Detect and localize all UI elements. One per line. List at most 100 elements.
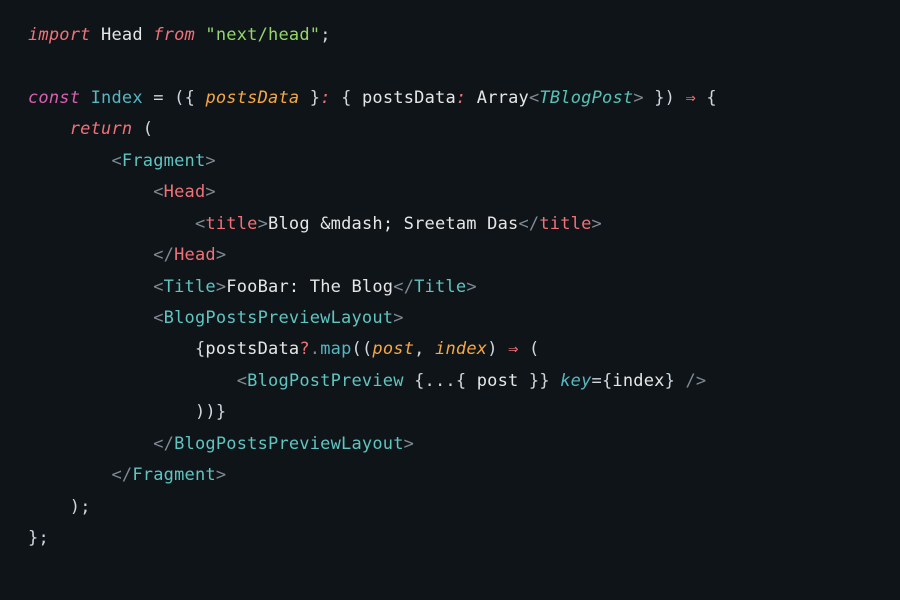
identifier-index: index: [612, 371, 664, 391]
code-line: import Head from "next/head";: [28, 25, 331, 45]
arrow: ⇒: [686, 88, 696, 108]
code-line: {postsData?.map((post, index) ⇒ (: [28, 339, 539, 359]
param-index: index: [435, 339, 487, 359]
jsx-angle-open: <: [237, 371, 247, 391]
param-postsdata: postsData: [205, 88, 299, 108]
code-line: };: [28, 528, 49, 548]
identifier-post: post: [477, 371, 519, 391]
jsx-tag-blogpostspreviewlayout: BlogPostsPreviewLayout: [164, 308, 394, 328]
jsx-text-foobar: FooBar: The Blog: [226, 277, 393, 297]
identifier-index: Index: [91, 88, 143, 108]
equals-sign: =: [592, 371, 602, 391]
identifier-postsdata: postsData: [205, 339, 299, 359]
code-line: <Title>FooBar: The Blog</Title>: [28, 277, 477, 297]
semicolon: ;: [320, 25, 330, 45]
keyword-return: return: [70, 119, 133, 139]
jsx-angle-open: <: [518, 214, 528, 234]
jsx-tag-head: Head: [164, 182, 206, 202]
brace-open: {: [341, 88, 351, 108]
brace-open: {: [185, 88, 195, 108]
jsx-angle-open: <: [153, 182, 163, 202]
type-array: Array: [477, 88, 529, 108]
brace-open: {: [456, 371, 466, 391]
jsx-selfclose: />: [675, 371, 706, 391]
keyword-from: from: [153, 25, 195, 45]
paren-close: ): [70, 497, 80, 517]
jsx-slash: /: [164, 245, 174, 265]
colon: :: [320, 88, 330, 108]
jsx-text-blogtitle: Blog &mdash; Sreetam Das: [268, 214, 518, 234]
jsx-tag-title: title: [205, 214, 257, 234]
code-line: </Fragment>: [28, 465, 226, 485]
jsx-angle-open: <: [195, 214, 205, 234]
jsx-tag-fragment-close: Fragment: [132, 465, 215, 485]
code-line: const Index = ({ postsData }: { postsDat…: [28, 88, 717, 108]
dot: .: [310, 339, 320, 359]
paren-open: (: [174, 88, 184, 108]
code-line: </BlogPostsPreviewLayout>: [28, 434, 414, 454]
angle-open: <: [529, 88, 539, 108]
jsx-slash: /: [529, 214, 539, 234]
jsx-slash: /: [164, 434, 174, 454]
jsx-angle-open: <: [393, 277, 403, 297]
code-line: <Head>: [28, 182, 216, 202]
jsx-angle-close: >: [466, 277, 476, 297]
equals: =: [143, 88, 174, 108]
string-literal: "next/head": [205, 25, 320, 45]
brace-open: {: [602, 371, 612, 391]
jsx-angle-close: >: [216, 245, 226, 265]
brace-close: }: [216, 402, 226, 422]
jsx-angle-close: >: [393, 308, 403, 328]
jsx-slash: /: [122, 465, 132, 485]
jsx-angle-close: >: [216, 465, 226, 485]
paren-close: ): [205, 402, 215, 422]
code-line: return (: [28, 119, 153, 139]
code-line: <Fragment>: [28, 151, 216, 171]
jsx-tag-blogpostpreview: BlogPostPreview: [247, 371, 404, 391]
brace-close: }: [529, 371, 539, 391]
code-line: <title>Blog &mdash; Sreetam Das</title>: [28, 214, 602, 234]
code-line: </Head>: [28, 245, 226, 265]
brace-open: {: [195, 339, 205, 359]
jsx-angle-open: <: [153, 245, 163, 265]
code-block: import Head from "next/head"; const Inde…: [0, 0, 900, 574]
code-line: <BlogPostPreview {...{ post }} key={inde…: [28, 371, 706, 391]
paren-close: ): [487, 339, 497, 359]
type-tblogpost: TBlogPost: [539, 88, 633, 108]
keyword-import: import: [28, 25, 91, 45]
paren-open: (: [362, 339, 372, 359]
jsx-angle-close: >: [592, 214, 602, 234]
spread: ...: [425, 371, 456, 391]
jsx-angle-close: >: [216, 277, 226, 297]
arrow: ⇒: [508, 339, 518, 359]
jsx-tag-fragment: Fragment: [122, 151, 205, 171]
brace-open: {: [414, 371, 424, 391]
jsx-angle-close: >: [258, 214, 268, 234]
code-line: <BlogPostsPreviewLayout>: [28, 308, 404, 328]
jsx-tag-blogpostspreviewlayout-close: BlogPostsPreviewLayout: [174, 434, 404, 454]
paren-close: ): [195, 402, 205, 422]
semicolon: ;: [38, 528, 48, 548]
jsx-angle-close: >: [404, 434, 414, 454]
paren-close: ): [665, 88, 675, 108]
jsx-angle-open: <: [153, 277, 163, 297]
jsx-tag-title-close: title: [539, 214, 591, 234]
code-line: );: [28, 497, 91, 517]
jsx-tag-title2: Title: [164, 277, 216, 297]
jsx-angle-close: >: [205, 151, 215, 171]
paren-open: (: [352, 339, 362, 359]
jsx-slash: /: [404, 277, 414, 297]
code-line: ))}: [28, 402, 226, 422]
optional-chain-q: ?: [299, 339, 309, 359]
jsx-angle-open: <: [153, 434, 163, 454]
brace-close: }: [665, 371, 675, 391]
semicolon: ;: [80, 497, 90, 517]
brace-close: }: [28, 528, 38, 548]
paren-open: (: [143, 119, 153, 139]
method-map: map: [320, 339, 351, 359]
keyword-const: const: [28, 88, 80, 108]
jsx-tag-head-close: Head: [174, 245, 216, 265]
paren-open: (: [529, 339, 539, 359]
jsx-angle-open: <: [111, 465, 121, 485]
brace-close: }: [310, 88, 320, 108]
